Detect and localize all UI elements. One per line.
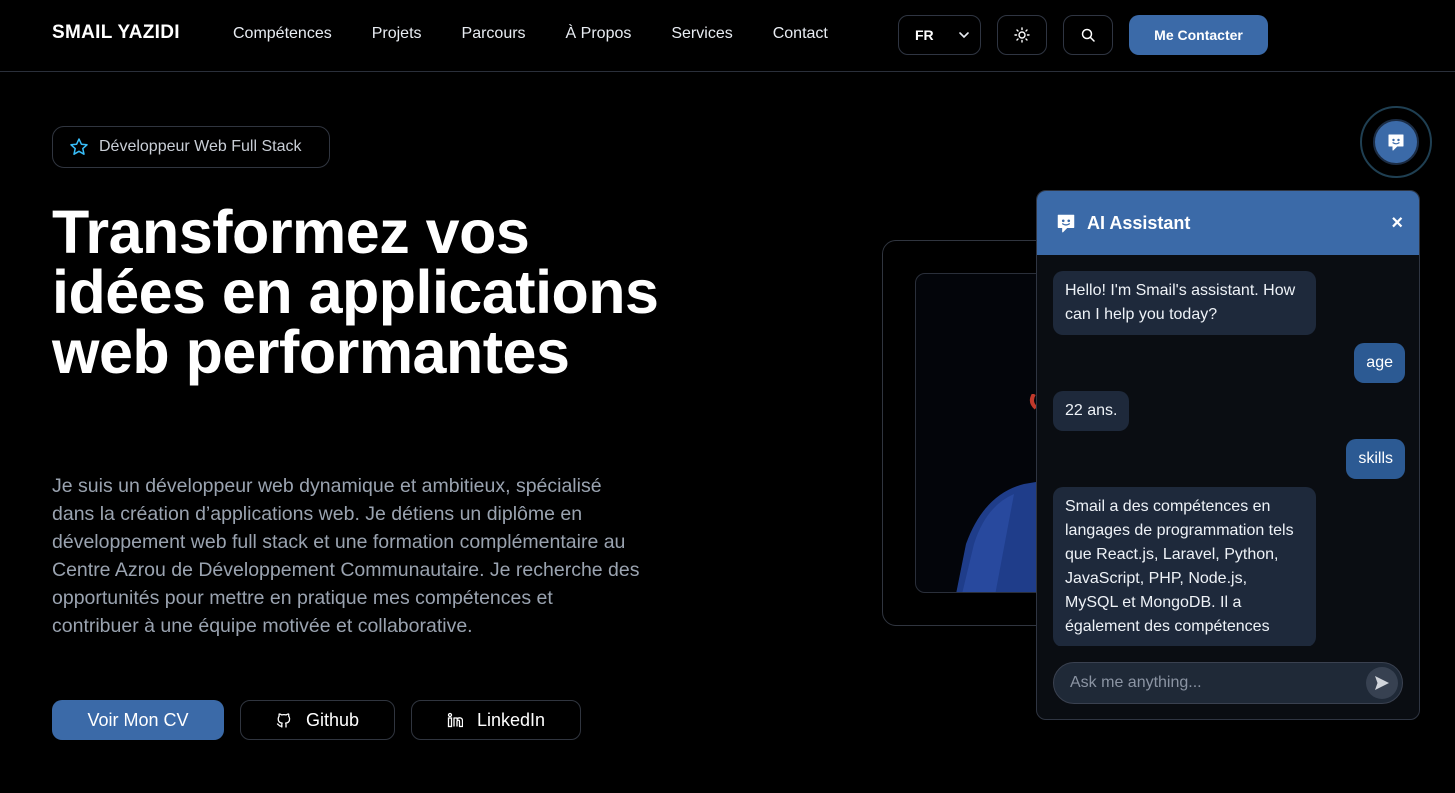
- brand-logo[interactable]: SMAIL YAZIDI: [52, 22, 180, 44]
- github-icon: [276, 713, 291, 728]
- chat-message-bot: 22 ans.: [1053, 391, 1130, 431]
- chat-bot-icon: [1388, 134, 1404, 151]
- nav-link-a-propos[interactable]: À Propos: [566, 25, 632, 43]
- chat-input-placeholder: Ask me anything...: [1070, 674, 1202, 691]
- sun-icon: [1014, 27, 1030, 43]
- language-select[interactable]: FR: [898, 15, 981, 55]
- search-icon: [1081, 28, 1095, 42]
- main-nav: Compétences Projets Parcours À Propos Se…: [233, 25, 828, 43]
- linkedin-icon: [447, 712, 463, 728]
- role-badge-label: Développeur Web Full Stack: [99, 138, 302, 155]
- language-value: FR: [915, 27, 934, 43]
- nav-link-competences[interactable]: Compétences: [233, 25, 332, 43]
- top-navbar: SMAIL YAZIDI Compétences Projets Parcour…: [0, 0, 1455, 72]
- chat-bot-icon: [1057, 214, 1075, 233]
- nav-link-parcours[interactable]: Parcours: [462, 25, 526, 43]
- ai-assistant-panel: AI Assistant × Hello! I'm Smail's assist…: [1036, 190, 1420, 720]
- role-badge: Développeur Web Full Stack: [52, 126, 330, 168]
- star-icon: [70, 138, 88, 155]
- linkedin-button[interactable]: LinkedIn: [411, 700, 581, 740]
- chat-toggle-button[interactable]: [1360, 106, 1432, 178]
- view-cv-label: Voir Mon CV: [87, 709, 189, 730]
- send-button[interactable]: [1366, 667, 1398, 699]
- hero-title: Transformez vos idées en applications we…: [52, 198, 659, 386]
- view-cv-button[interactable]: Voir Mon CV: [52, 700, 224, 740]
- chat-toggle-inner: [1373, 119, 1419, 165]
- chat-title: AI Assistant: [1087, 212, 1191, 233]
- send-icon: [1375, 676, 1389, 690]
- chat-message-bot: Smail a des compétences en langages de p…: [1053, 487, 1316, 646]
- nav-link-projets[interactable]: Projets: [372, 25, 422, 43]
- github-label: Github: [305, 709, 360, 730]
- github-button[interactable]: Github: [240, 700, 395, 740]
- theme-toggle-button[interactable]: [997, 15, 1047, 55]
- chat-input-field[interactable]: Ask me anything...: [1053, 662, 1403, 704]
- chat-header: AI Assistant ×: [1037, 191, 1419, 255]
- nav-link-contact[interactable]: Contact: [773, 25, 828, 43]
- contact-me-button[interactable]: Me Contacter: [1129, 15, 1268, 55]
- close-icon[interactable]: ×: [1391, 213, 1403, 233]
- nav-link-services[interactable]: Services: [671, 25, 732, 43]
- chat-messages[interactable]: Hello! I'm Smail's assistant. How can I …: [1037, 255, 1419, 646]
- chat-message-user: skills: [1346, 439, 1405, 479]
- chevron-down-icon: [958, 32, 969, 39]
- chat-message-user: age: [1354, 343, 1405, 383]
- hero-description: Je suis un développeur web dynamique et …: [52, 475, 640, 637]
- linkedin-label: LinkedIn: [476, 709, 546, 730]
- chat-message-bot: Hello! I'm Smail's assistant. How can I …: [1053, 271, 1316, 335]
- search-button[interactable]: [1063, 15, 1113, 55]
